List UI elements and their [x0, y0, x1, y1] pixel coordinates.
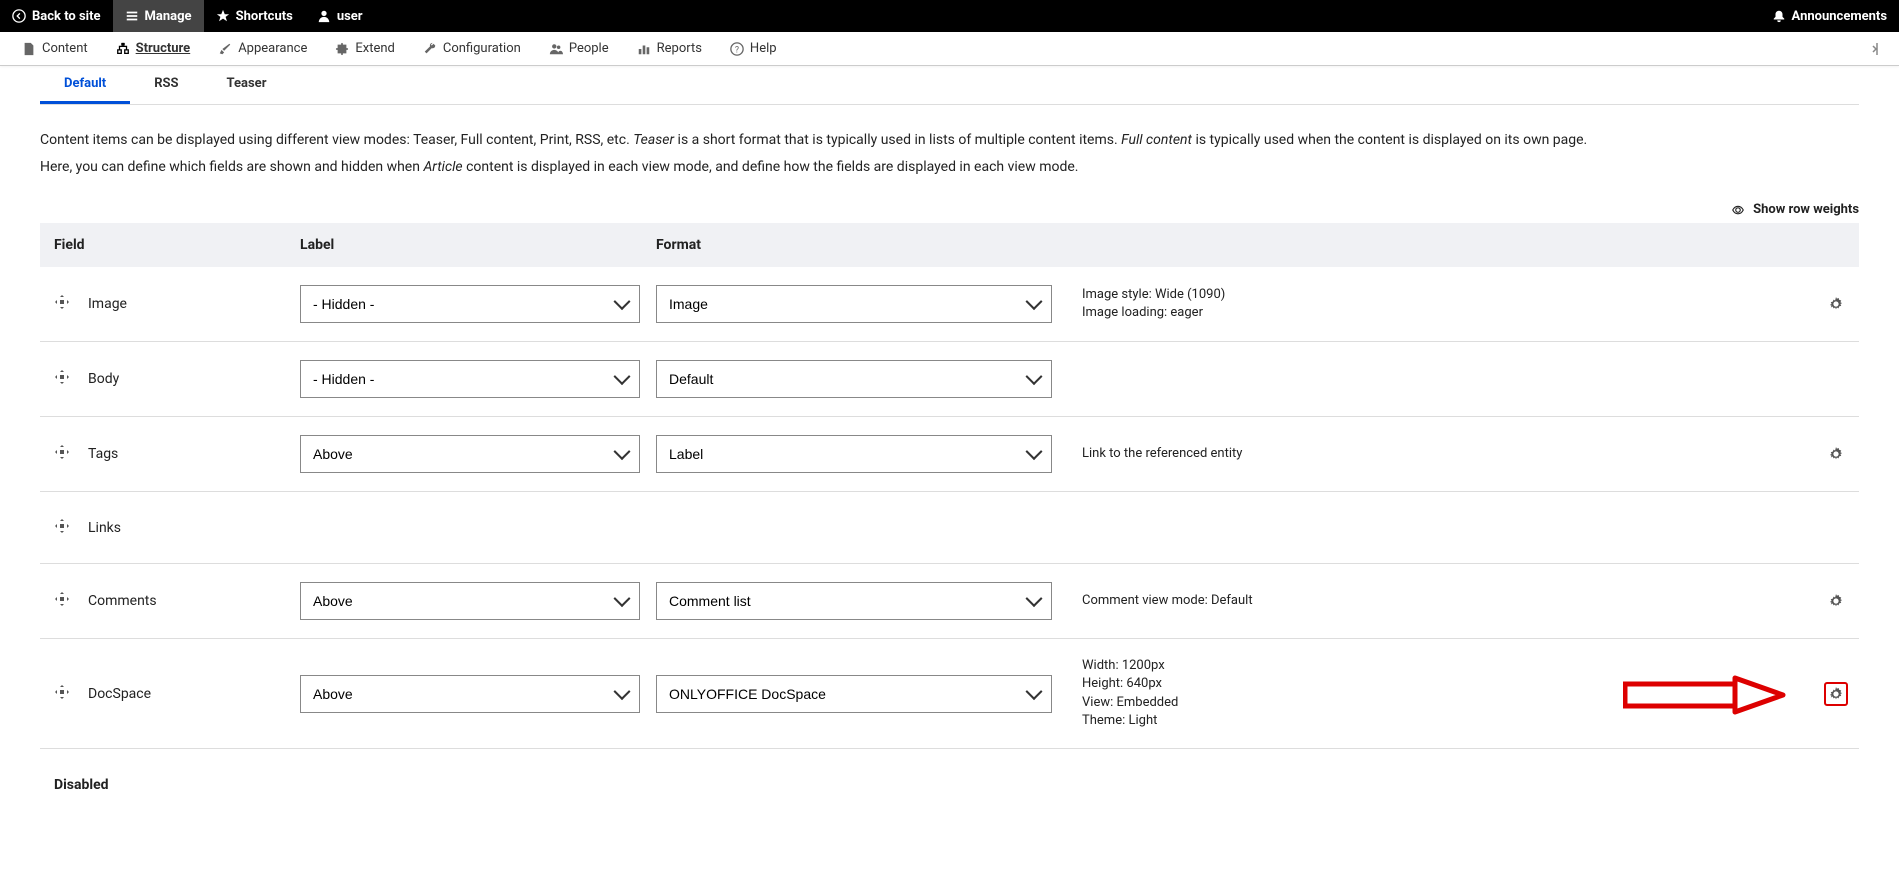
menu-extend-label: Extend	[355, 41, 395, 56]
settings-button-tags[interactable]	[1824, 442, 1848, 466]
admin-toolbar: Back to site Manage Shortcuts user Annou…	[0, 0, 1899, 32]
manage-button[interactable]: Manage	[113, 0, 204, 32]
manage-label: Manage	[145, 9, 192, 24]
disabled-section-header: Disabled	[40, 767, 1859, 793]
drag-handle-icon[interactable]	[54, 591, 70, 611]
tab-rss[interactable]: RSS	[130, 66, 202, 104]
format-select-docspace[interactable]: ONLYOFFICE DocSpace	[656, 675, 1052, 713]
drag-handle-icon[interactable]	[54, 369, 70, 389]
drag-handle-icon[interactable]	[54, 684, 70, 704]
field-name-tags: Tags	[88, 446, 118, 462]
announcements-button[interactable]: Announcements	[1760, 0, 1899, 32]
settings-button-docspace[interactable]	[1824, 682, 1848, 706]
settings-button-image[interactable]	[1824, 292, 1848, 316]
table-row: Image - Hidden - Image Image style: Wide…	[40, 267, 1859, 342]
format-select-image[interactable]: Image	[656, 285, 1052, 323]
format-select-tags[interactable]: Label	[656, 435, 1052, 473]
format-select-body[interactable]: Default	[656, 360, 1052, 398]
shortcuts-button[interactable]: Shortcuts	[204, 0, 305, 32]
back-label: Back to site	[32, 9, 101, 24]
announcements-label: Announcements	[1792, 9, 1887, 24]
bell-icon	[1772, 9, 1786, 23]
menu-content-label: Content	[42, 41, 88, 56]
hamburger-icon	[125, 9, 139, 23]
settings-button-comments[interactable]	[1824, 589, 1848, 613]
people-icon	[549, 42, 563, 56]
menu-help-label: Help	[750, 41, 777, 56]
toolbar-right: Announcements	[1760, 0, 1899, 32]
toolbar-left: Back to site Manage Shortcuts user	[0, 0, 375, 32]
table-row: Comments Above Comment list Comment view…	[40, 564, 1859, 639]
admin-menu: Content Structure Appearance Extend Conf…	[0, 32, 1899, 66]
header-field: Field	[40, 237, 300, 253]
menu-structure[interactable]: Structure	[102, 32, 205, 65]
field-name-links: Links	[88, 520, 121, 536]
header-label: Label	[300, 237, 656, 253]
table-row: Tags Above Label Link to the referenced …	[40, 417, 1859, 492]
menu-people-label: People	[569, 41, 609, 56]
drag-handle-icon[interactable]	[54, 518, 70, 538]
label-select-body[interactable]: - Hidden -	[300, 360, 640, 398]
view-mode-tabs: Default RSS Teaser	[40, 66, 1859, 105]
summary-comments: Comment view mode: Default	[1068, 592, 1813, 610]
menu-structure-label: Structure	[136, 41, 191, 56]
table-row: DocSpace Above ONLYOFFICE DocSpace Width…	[40, 639, 1859, 749]
user-label: user	[337, 9, 363, 24]
header-format: Format	[656, 237, 1068, 253]
label-select-docspace[interactable]: Above	[300, 675, 640, 713]
description-text: Content items can be displayed using dif…	[40, 127, 1859, 180]
table-header: Field Label Format	[40, 223, 1859, 267]
drag-handle-icon[interactable]	[54, 444, 70, 464]
admin-menu-right	[1867, 41, 1891, 57]
menu-help[interactable]: ? Help	[716, 32, 791, 65]
table-row: Body - Hidden - Default	[40, 342, 1859, 417]
menu-people[interactable]: People	[535, 32, 623, 65]
brush-icon	[218, 42, 232, 56]
admin-menu-left: Content Structure Appearance Extend Conf…	[8, 32, 791, 65]
label-select-image[interactable]: - Hidden -	[300, 285, 640, 323]
field-display-table: Field Label Format Image - Hidden - Imag…	[40, 223, 1859, 749]
svg-text:?: ?	[735, 45, 739, 55]
structure-icon	[116, 42, 130, 56]
label-select-tags[interactable]: Above	[300, 435, 640, 473]
summary-tags: Link to the referenced entity	[1068, 445, 1813, 463]
menu-extend[interactable]: Extend	[321, 32, 409, 65]
menu-reports[interactable]: Reports	[623, 32, 716, 65]
user-button[interactable]: user	[305, 0, 375, 32]
puzzle-icon	[335, 42, 349, 56]
field-name-image: Image	[88, 296, 127, 312]
table-row: Links	[40, 492, 1859, 564]
wrench-icon	[423, 42, 437, 56]
menu-reports-label: Reports	[657, 41, 702, 56]
summary-docspace: Width: 1200px Height: 640px View: Embedd…	[1068, 657, 1813, 730]
menu-configuration[interactable]: Configuration	[409, 32, 535, 65]
chart-icon	[637, 42, 651, 56]
field-name-docspace: DocSpace	[88, 686, 151, 702]
menu-configuration-label: Configuration	[443, 41, 521, 56]
show-row-weights-button[interactable]: Show row weights	[0, 202, 1859, 217]
star-icon	[216, 9, 230, 23]
tab-default[interactable]: Default	[40, 66, 130, 104]
collapse-icon[interactable]	[1867, 41, 1883, 57]
back-to-site-button[interactable]: Back to site	[0, 0, 113, 32]
format-select-comments[interactable]: Comment list	[656, 582, 1052, 620]
drag-handle-icon[interactable]	[54, 294, 70, 314]
summary-image: Image style: Wide (1090) Image loading: …	[1068, 286, 1813, 322]
file-icon	[22, 42, 36, 56]
menu-appearance-label: Appearance	[238, 41, 307, 56]
eye-icon	[1732, 202, 1747, 217]
user-icon	[317, 9, 331, 23]
label-select-comments[interactable]: Above	[300, 582, 640, 620]
tab-teaser[interactable]: Teaser	[203, 66, 291, 104]
field-name-comments: Comments	[88, 593, 157, 609]
help-icon: ?	[730, 42, 744, 56]
field-name-body: Body	[88, 371, 119, 387]
menu-content[interactable]: Content	[8, 32, 102, 65]
row-weights-label: Show row weights	[1753, 202, 1859, 217]
back-icon	[12, 9, 26, 23]
shortcuts-label: Shortcuts	[236, 9, 293, 24]
menu-appearance[interactable]: Appearance	[204, 32, 321, 65]
